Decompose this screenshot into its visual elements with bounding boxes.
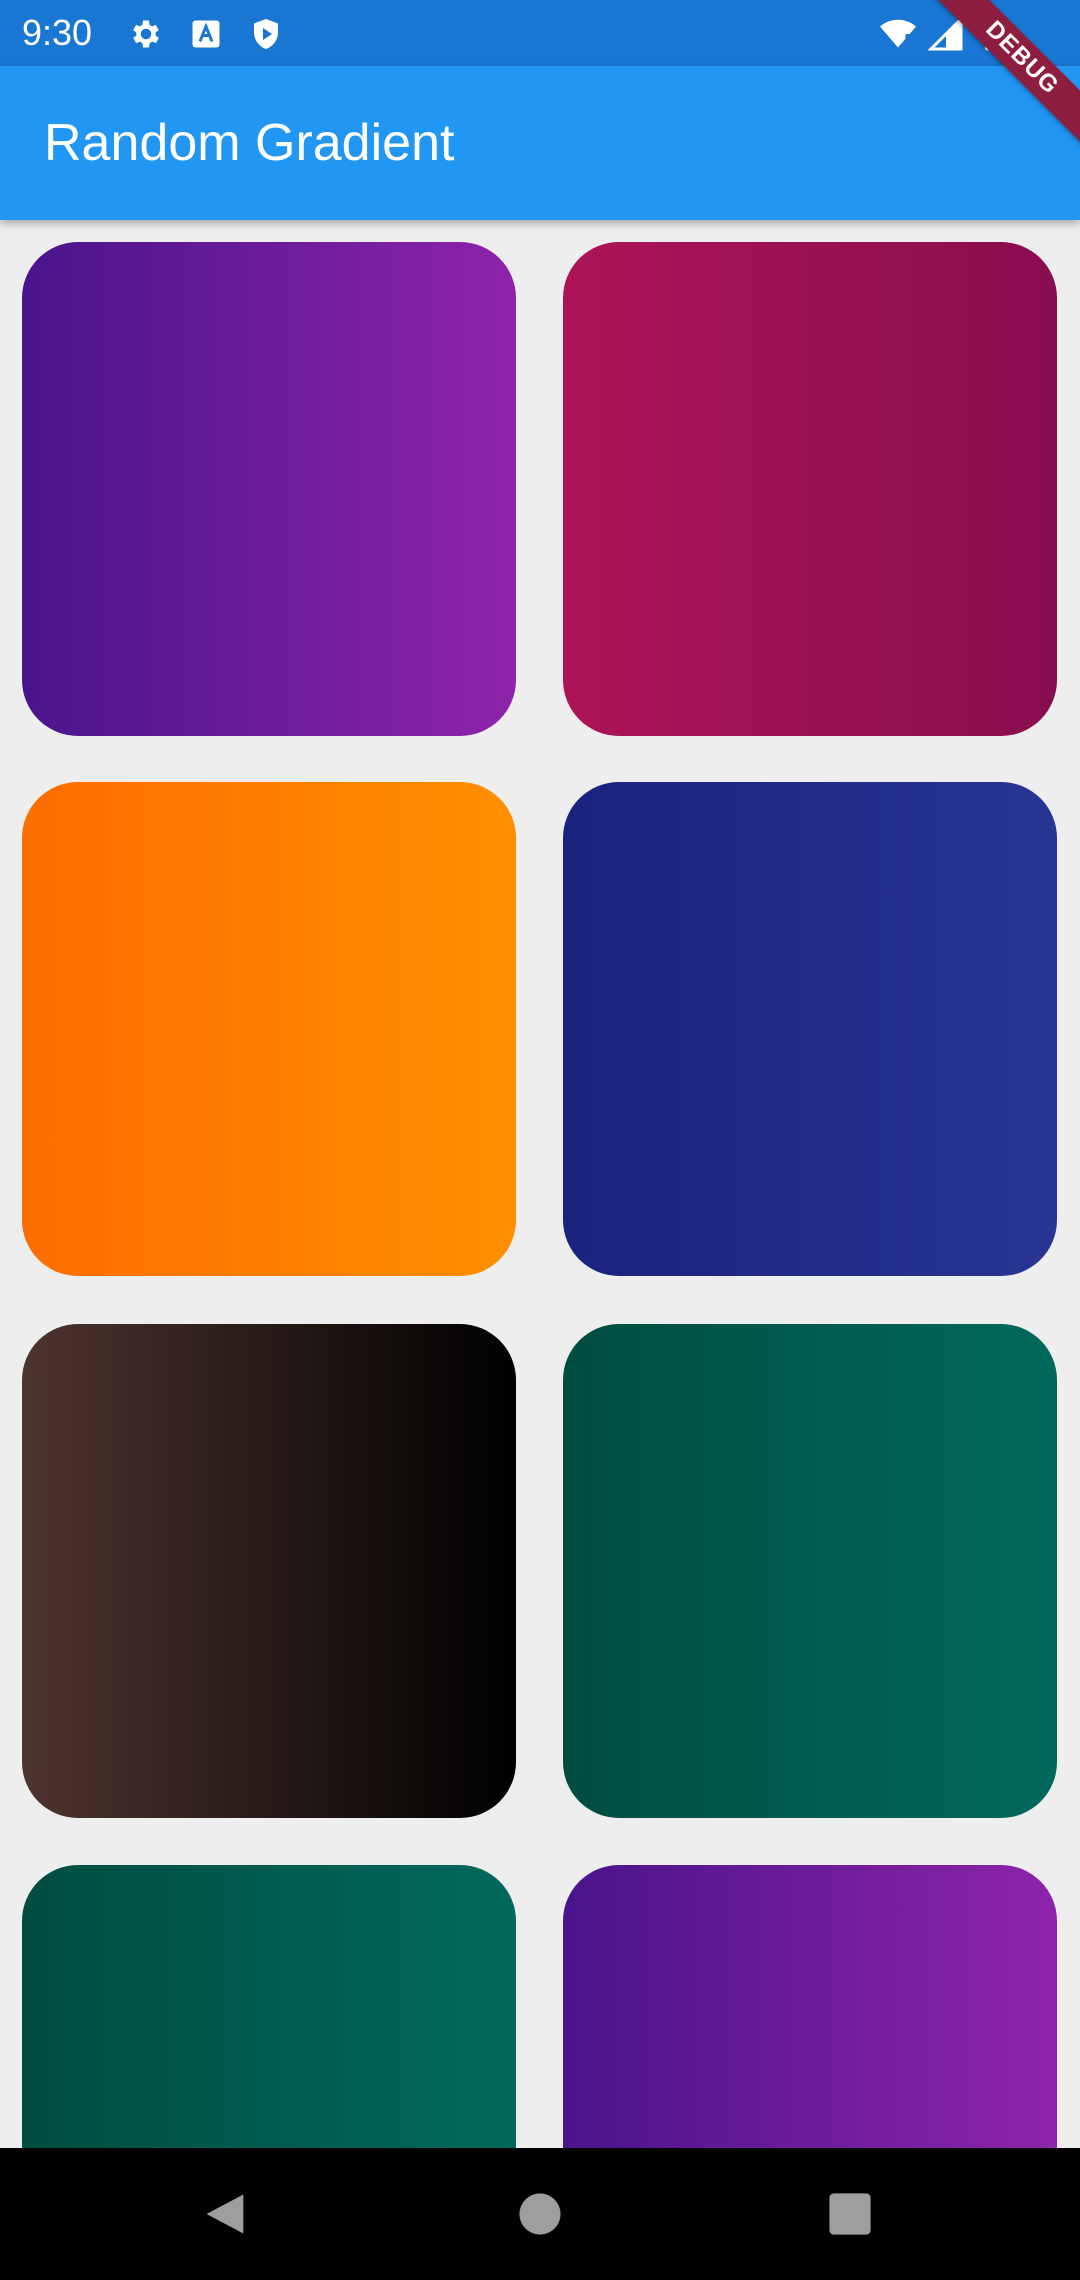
gradient-tile[interactable] bbox=[563, 1865, 1057, 2148]
gradient-tile[interactable] bbox=[563, 782, 1057, 1276]
recents-icon[interactable] bbox=[824, 2188, 876, 2240]
gradient-grid[interactable] bbox=[0, 220, 1080, 2148]
gradient-tile[interactable] bbox=[22, 1865, 516, 2148]
home-icon[interactable] bbox=[514, 2188, 566, 2240]
gradient-tile[interactable] bbox=[22, 782, 516, 1276]
debug-banner: DEBUG bbox=[920, 0, 1080, 160]
gradient-tile[interactable] bbox=[22, 242, 516, 736]
page-title: Random Gradient bbox=[44, 114, 455, 172]
navigation-bar bbox=[0, 2148, 1080, 2280]
play-shield-icon bbox=[248, 16, 284, 52]
gear-icon bbox=[128, 16, 164, 52]
gradient-tile[interactable] bbox=[563, 242, 1057, 736]
back-icon[interactable] bbox=[200, 2188, 252, 2240]
wifi-icon bbox=[880, 16, 916, 52]
status-time: 9:30 bbox=[22, 12, 93, 53]
debug-banner-label: DEBUG bbox=[924, 0, 1080, 156]
text-a-icon bbox=[188, 16, 224, 52]
status-bar: 9:30 bbox=[0, 0, 1080, 66]
gradient-tile[interactable] bbox=[22, 1324, 516, 1818]
app-bar: Random Gradient bbox=[0, 66, 1080, 220]
gradient-tile[interactable] bbox=[563, 1324, 1057, 1818]
